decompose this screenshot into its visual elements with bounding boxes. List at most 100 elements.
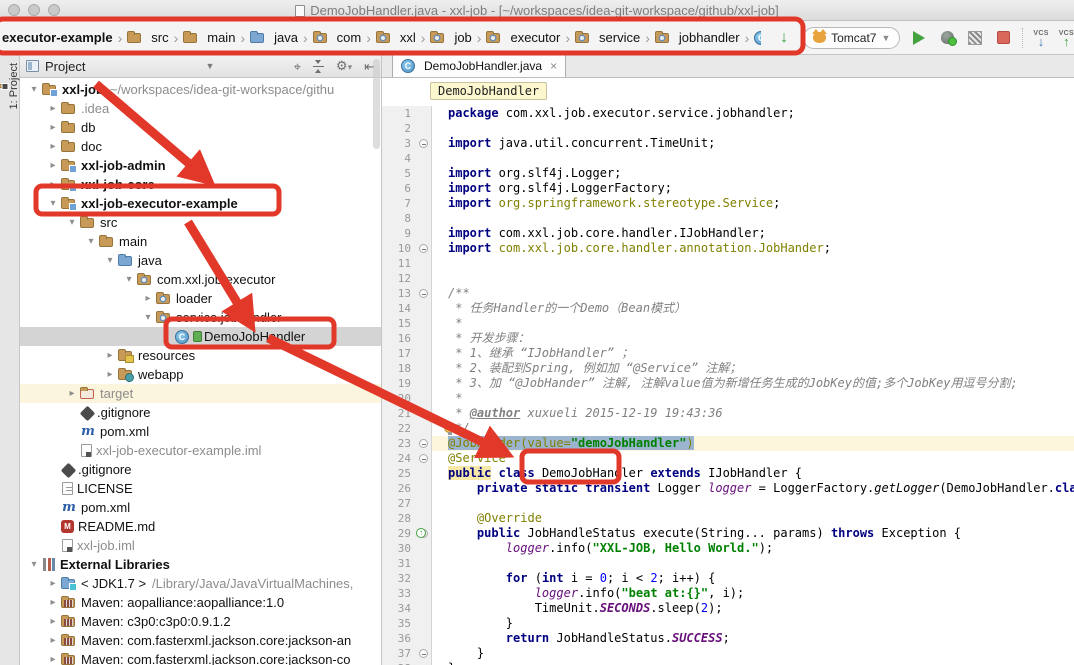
collapse-arrow-icon[interactable]: ▾ [140, 312, 156, 323]
collapse-all-button[interactable] [313, 60, 324, 73]
code-line-1[interactable]: 1package com.xxl.job.executor.service.jo… [382, 106, 1074, 121]
code-line-37[interactable]: 37 } [382, 646, 1074, 661]
collapse-arrow-icon[interactable]: ▾ [64, 217, 80, 228]
breadcrumb-java[interactable]: java [250, 30, 298, 45]
code-line-27[interactable]: 27 [382, 496, 1074, 511]
breadcrumb-demojobhandler[interactable]: DemoJobHandler [754, 30, 761, 45]
expand-arrow-icon[interactable]: ▸ [45, 597, 61, 608]
expand-arrow-icon[interactable]: ▸ [64, 388, 80, 399]
breadcrumb-com[interactable]: com [313, 30, 362, 45]
breadcrumb-main[interactable]: main [183, 30, 235, 45]
tree-item-pom-xml[interactable]: pom.xml [20, 498, 381, 517]
code-area[interactable]: 1package com.xxl.job.executor.service.jo… [382, 78, 1074, 665]
code-line-13[interactable]: 13/** [382, 286, 1074, 301]
code-line-9[interactable]: 9import com.xxl.job.core.handler.IJobHan… [382, 226, 1074, 241]
tree-item-maven-com-fasterxml-jackson-core-jackson-an[interactable]: ▸Maven: com.fasterxml.jackson.core:jacks… [20, 631, 381, 650]
green-down-arrow-icon[interactable]: ↓ [775, 27, 793, 49]
code-line-2[interactable]: 2 [382, 121, 1074, 136]
fold-icon[interactable] [419, 454, 428, 463]
code-line-11[interactable]: 11 [382, 256, 1074, 271]
expand-arrow-icon[interactable]: ▸ [45, 654, 61, 665]
collapse-arrow-icon[interactable]: ▾ [45, 198, 61, 209]
fold-icon[interactable] [419, 289, 428, 298]
tree-scrollbar[interactable] [373, 59, 380, 149]
locate-file-button[interactable]: ⌖ [294, 60, 301, 73]
code-line-26[interactable]: 26 private static transient Logger logge… [382, 481, 1074, 496]
tree-item-xxl-job-core[interactable]: ▸xxl-job-core [20, 175, 381, 194]
breadcrumb-xxl[interactable]: xxl [376, 30, 416, 45]
tree-item-gitignore[interactable]: .gitignore [20, 460, 381, 479]
tree-item-loader[interactable]: ▸loader [20, 289, 381, 308]
collapse-arrow-icon[interactable]: ▾ [102, 255, 118, 266]
tree-item-xxl-job-admin[interactable]: ▸xxl-job-admin [20, 156, 381, 175]
code-line-36[interactable]: 36 return JobHandleStatus.SUCCESS; [382, 631, 1074, 646]
coverage-button[interactable] [966, 27, 984, 49]
code-line-34[interactable]: 34 TimeUnit.SECONDS.sleep(2); [382, 601, 1074, 616]
project-panel-title[interactable]: Project [26, 59, 85, 74]
fold-icon[interactable] [419, 244, 428, 253]
expand-arrow-icon[interactable]: ▸ [45, 160, 61, 171]
code-line-24[interactable]: 24@Service [382, 451, 1074, 466]
expand-arrow-icon[interactable]: ▸ [45, 103, 61, 114]
code-line-28[interactable]: 28 @Override [382, 511, 1074, 526]
code-line-35[interactable]: 35 } [382, 616, 1074, 631]
tree-item-service-jobhandler[interactable]: ▾service.jobhandler [20, 308, 381, 327]
tree-item-resources[interactable]: ▸resources [20, 346, 381, 365]
stop-button[interactable] [994, 27, 1012, 49]
code-line-29[interactable]: 29↑ public JobHandleStatus execute(Strin… [382, 526, 1074, 541]
code-line-10[interactable]: 10import com.xxl.job.core.handler.annota… [382, 241, 1074, 256]
code-line-16[interactable]: 16 * 开发步骤： [382, 331, 1074, 346]
breadcrumb-executor-example[interactable]: executor-example [2, 30, 113, 45]
code-line-38[interactable]: 38} [382, 661, 1074, 665]
code-line-3[interactable]: 3import java.util.concurrent.TimeUnit; [382, 136, 1074, 151]
tree-item-xxl-job-iml[interactable]: xxl-job.iml [20, 536, 381, 555]
tree-item-com-xxl-job-executor[interactable]: ▾com.xxl.job.executor [20, 270, 381, 289]
collapse-arrow-icon[interactable]: ▾ [83, 236, 99, 247]
code-line-31[interactable]: 31 [382, 556, 1074, 571]
project-tool-button[interactable]: 1: Project [0, 59, 20, 113]
editor-breadcrumb-tag[interactable]: DemoJobHandler [430, 82, 547, 100]
tree-item-external-libraries[interactable]: ▾External Libraries [20, 555, 381, 574]
tree-item-xxl-job[interactable]: ▾xxl-job~/workspaces/idea-git-workspace/… [20, 80, 381, 99]
expand-arrow-icon[interactable]: ▸ [45, 141, 61, 152]
run-configuration-select[interactable]: Tomcat7 ▼ [803, 27, 900, 49]
breadcrumb-jobhandler[interactable]: jobhandler [655, 30, 740, 45]
tree-item-maven-c3p0-c3p0-0-9-1-2[interactable]: ▸Maven: c3p0:c3p0:0.9.1.2 [20, 612, 381, 631]
lightbulb-icon[interactable] [444, 422, 455, 433]
collapse-arrow-icon[interactable]: ▾ [121, 274, 137, 285]
expand-arrow-icon[interactable]: ▸ [45, 635, 61, 646]
breadcrumb-job[interactable]: job [430, 30, 471, 45]
code-line-30[interactable]: 30 logger.info("XXL-JOB, Hello World."); [382, 541, 1074, 556]
code-line-6[interactable]: 6import org.slf4j.LoggerFactory; [382, 181, 1074, 196]
fold-icon[interactable] [419, 649, 428, 658]
tree-item-main[interactable]: ▾main [20, 232, 381, 251]
expand-arrow-icon[interactable]: ▸ [140, 293, 156, 304]
collapse-arrow-icon[interactable]: ▾ [26, 559, 42, 570]
expand-arrow-icon[interactable]: ▸ [102, 350, 118, 361]
tree-item-doc[interactable]: ▸doc [20, 137, 381, 156]
run-button[interactable] [910, 27, 928, 49]
settings-gear-button[interactable]: ⚙▾ [336, 59, 352, 74]
tree-item-java[interactable]: ▾java [20, 251, 381, 270]
tree-item-idea[interactable]: ▸.idea [20, 99, 381, 118]
override-method-icon[interactable]: ↑ [416, 528, 426, 538]
code-line-32[interactable]: 32 for (int i = 0; i < 2; i++) { [382, 571, 1074, 586]
tab-demojobhandler[interactable]: DemoJobHandler.java × [392, 54, 566, 77]
code-line-5[interactable]: 5import org.slf4j.Logger; [382, 166, 1074, 181]
code-line-7[interactable]: 7import org.springframework.stereotype.S… [382, 196, 1074, 211]
tree-item-db[interactable]: ▸db [20, 118, 381, 137]
tree-item-xxl-job-executor-example[interactable]: ▾xxl-job-executor-example [20, 194, 381, 213]
code-line-20[interactable]: 20 * [382, 391, 1074, 406]
code-line-12[interactable]: 12 [382, 271, 1074, 286]
tree-item-maven-aopalliance-aopalliance-1-0[interactable]: ▸Maven: aopalliance:aopalliance:1.0 [20, 593, 381, 612]
code-line-18[interactable]: 18 * 2、装配到Spring, 例如加 “@Service” 注解； [382, 361, 1074, 376]
tree-item-pom-xml[interactable]: pom.xml [20, 422, 381, 441]
expand-arrow-icon[interactable]: ▸ [45, 179, 61, 190]
tree-item-target[interactable]: ▸target [20, 384, 381, 403]
code-line-25[interactable]: 25public class DemoJobHandler extends IJ… [382, 466, 1074, 481]
vcs-update-button[interactable]: VCS ↓ [1033, 30, 1048, 46]
tree-item-src[interactable]: ▾src [20, 213, 381, 232]
tree-item-demojobhandler[interactable]: DemoJobHandler [20, 327, 381, 346]
code-line-23[interactable]: 23@JobHander(value="demoJobHandler") [382, 436, 1074, 451]
tree-item-maven-com-fasterxml-jackson-core-jackson-co[interactable]: ▸Maven: com.fasterxml.jackson.core:jacks… [20, 650, 381, 665]
